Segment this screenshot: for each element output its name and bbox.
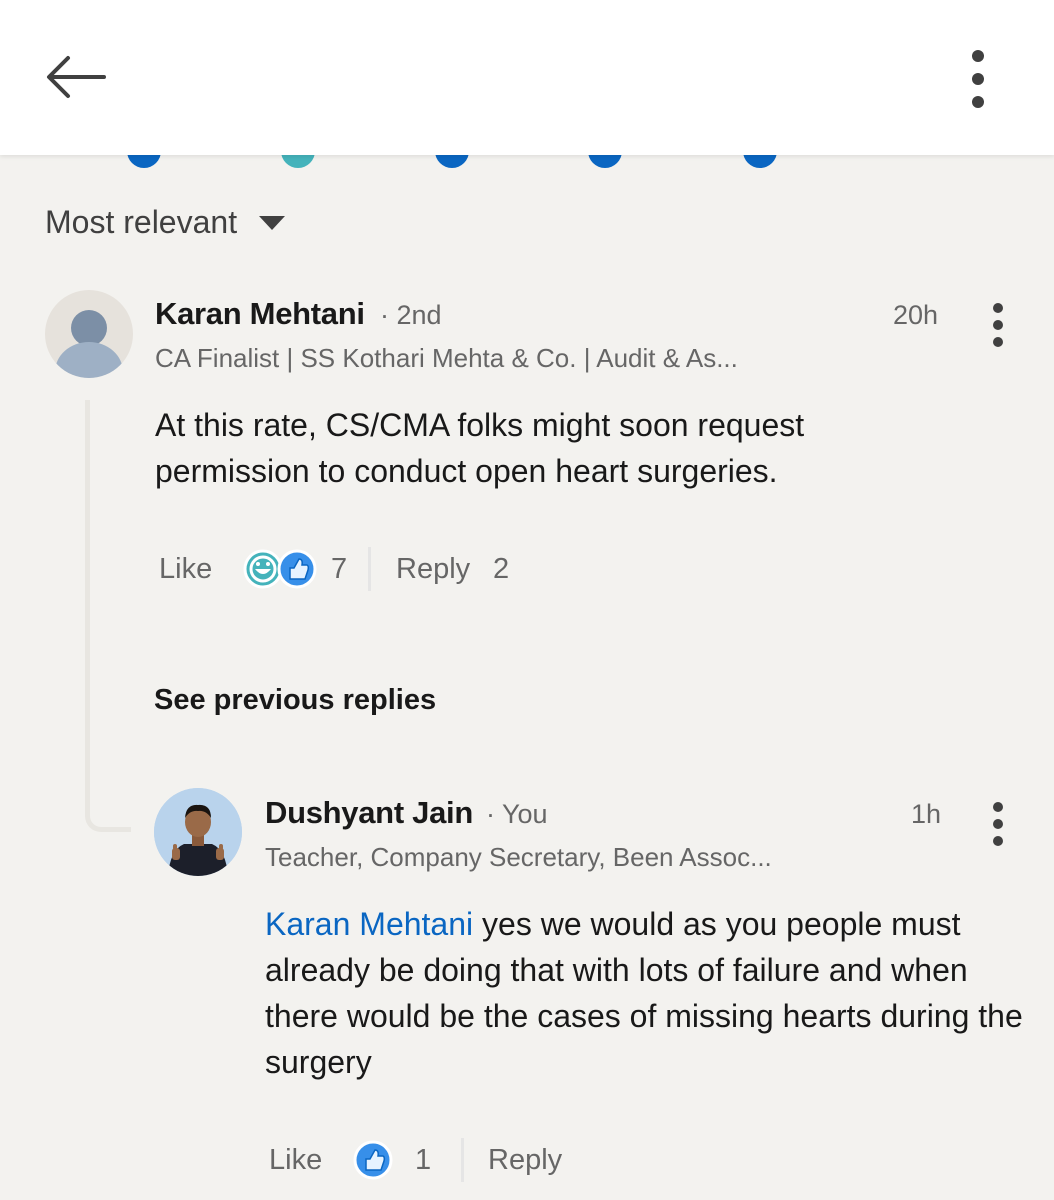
- action-divider: [368, 547, 371, 591]
- reply-more-icon[interactable]: [983, 802, 1013, 852]
- top-app-bar: [0, 0, 1054, 155]
- mention-link[interactable]: Karan Mehtani: [265, 906, 473, 942]
- comment-author[interactable]: Karan Mehtani: [155, 296, 365, 332]
- sort-dropdown[interactable]: Most relevant: [45, 204, 286, 241]
- connection-degree: · You: [486, 799, 548, 829]
- reaction-icons[interactable]: [243, 548, 319, 595]
- comment-text: At this rate, CS/CMA folks might soon re…: [155, 407, 805, 489]
- action-divider: [461, 1138, 464, 1182]
- like-button[interactable]: Like: [269, 1144, 322, 1177]
- funny-reaction-icon: [243, 549, 283, 589]
- reply-button[interactable]: Reply: [488, 1144, 562, 1177]
- sort-label: Most relevant: [45, 204, 238, 240]
- connection-degree: · 2nd: [380, 300, 442, 330]
- more-options-icon[interactable]: [958, 44, 998, 114]
- reply-button[interactable]: Reply: [396, 553, 470, 586]
- see-previous-replies-link[interactable]: See previous replies: [154, 684, 436, 717]
- comment-timestamp: 20h: [893, 300, 939, 330]
- caret-down-icon: [259, 215, 286, 230]
- reply-timestamp: 1h: [911, 799, 942, 829]
- avatar[interactable]: [45, 290, 133, 378]
- author-headline: CA Finalist | SS Kothari Mehta & Co. | A…: [155, 343, 738, 373]
- thread-connector: [85, 400, 131, 832]
- reaction-count[interactable]: 7: [331, 553, 347, 586]
- reply-author[interactable]: Dushyant Jain: [265, 795, 473, 831]
- reaction-count[interactable]: 1: [415, 1144, 431, 1177]
- author-headline: Teacher, Company Secretary, Been Assoc..…: [265, 842, 772, 872]
- reply-count[interactable]: 2: [493, 553, 509, 586]
- like-reaction-icon: [353, 1140, 393, 1180]
- reaction-icons[interactable]: [352, 1139, 394, 1186]
- like-reaction-icon: [277, 549, 317, 589]
- back-arrow-icon[interactable]: [40, 48, 112, 106]
- reply-text: Karan Mehtani yes we would as you people…: [265, 906, 1023, 1080]
- like-button[interactable]: Like: [159, 553, 212, 586]
- comment-more-icon[interactable]: [983, 303, 1013, 353]
- avatar[interactable]: [154, 788, 242, 876]
